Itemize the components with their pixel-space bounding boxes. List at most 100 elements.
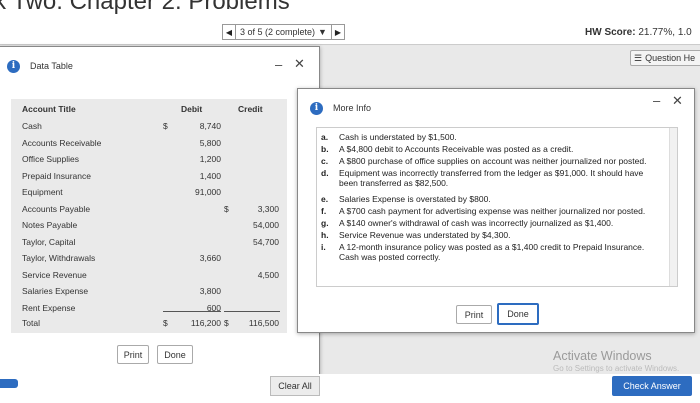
clear-all-button[interactable]: Clear All — [270, 376, 320, 396]
debit-cell: 3,800 — [199, 286, 221, 296]
debit-cell: 5,800 — [199, 137, 221, 148]
debit-symbol-cell: $ — [163, 121, 168, 131]
table-row: Notes Payable 54,000 — [11, 217, 287, 233]
account-cell: Prepaid Insurance — [22, 170, 91, 181]
account-cell: Taylor, Withdrawals — [22, 253, 96, 263]
table-row: Accounts Receivable 5,800 — [11, 135, 287, 151]
table-row: Prepaid Insurance 1,400 — [11, 168, 287, 184]
item-letter: h. — [321, 230, 329, 240]
credit-symbol-cell: $ — [224, 203, 229, 214]
more-info-list: a. Cash is understated by $1,500. b. A $4,8… — [316, 127, 678, 287]
info-icon: i — [310, 101, 323, 115]
total-underline-credit — [224, 311, 280, 312]
account-cell: Accounts Payable — [22, 203, 91, 214]
data-table-print-button[interactable]: Print — [117, 345, 149, 364]
account-cell: Salaries Expense — [22, 286, 89, 296]
close-button[interactable]: ✕ — [672, 93, 683, 109]
account-cell: Rent Expense — [22, 302, 76, 313]
credit-cell: 4,500 — [257, 269, 279, 280]
table-row: Equipment 91,000 — [11, 184, 287, 200]
table-header-row: Account Title Debit Credit — [11, 101, 287, 117]
debit-cell: 1,200 — [199, 154, 221, 164]
item-text: A $700 cash payment for advertising expe… — [339, 206, 646, 216]
more-info-print-button[interactable]: Print — [456, 305, 492, 324]
debit-cell: 1,400 — [199, 170, 221, 181]
item-letter: b. — [321, 144, 329, 154]
more-info-title: More Info — [333, 103, 372, 113]
account-cell: Service Revenue — [22, 269, 87, 280]
trial-balance-table: Account Title Debit Credit Cash $8,740 Acc… — [11, 99, 287, 333]
item-text: Service Revenue was understated by $4,30… — [339, 230, 511, 240]
total-debit-symbol: $ — [163, 318, 168, 328]
minimize-button[interactable]: – — [653, 93, 660, 108]
item-text: Cash is understated by $1,500. — [339, 132, 457, 142]
account-cell: Cash — [22, 121, 42, 131]
activate-windows-subtitle: Go to Settings to activate Windows. — [553, 364, 680, 373]
hw-score: HW Score: 21.77%, 1.0 — [585, 27, 692, 38]
item-letter: g. — [321, 218, 329, 228]
next-question-button[interactable]: ▶ — [330, 24, 345, 40]
triangle-right-icon: ▶ — [334, 27, 342, 37]
credit-cell: 54,000 — [253, 220, 279, 230]
table-row: Accounts Payable $3,300 — [11, 201, 287, 217]
scrollbar[interactable] — [669, 128, 677, 286]
account-cell: Notes Payable — [22, 220, 78, 230]
item-letter: a. — [321, 132, 329, 142]
total-label: Total — [22, 318, 40, 328]
debit-cell: 8,740 — [199, 121, 221, 131]
table-row: Taylor, Capital 54,700 — [11, 234, 287, 250]
item-letter: c. — [321, 156, 329, 166]
question-selector[interactable]: 3 of 5 (2 complete) ▼ — [236, 24, 331, 40]
item-letter: i. — [321, 242, 326, 252]
total-credit: 116,500 — [248, 318, 279, 328]
close-button[interactable]: ✕ — [294, 56, 305, 72]
table-row: Service Revenue 4,500 — [11, 267, 287, 283]
account-cell: Accounts Receivable — [22, 137, 102, 148]
progress-indicator — [0, 379, 18, 388]
more-info-dialog: i More Info – ✕ a. Cash is understated by… — [297, 88, 695, 333]
hw-score-label: HW Score: — [585, 27, 636, 38]
total-credit-symbol: $ — [224, 318, 229, 328]
table-row: Office Supplies 1,200 — [11, 151, 287, 167]
hw-score-value: 21.77%, 1.0 — [638, 27, 692, 38]
debit-cell: 91,000 — [195, 187, 221, 197]
item-letter: f. — [321, 206, 327, 216]
item-letter: d. — [321, 168, 329, 178]
triangle-down-icon: ▼ — [318, 27, 327, 37]
data-table-header: i Data Table — [0, 47, 319, 85]
minimize-button[interactable]: – — [275, 57, 282, 72]
question-help-label: Question He — [645, 53, 696, 63]
question-pager: ◀ 3 of 5 (2 complete) ▼ ▶ — [222, 24, 345, 40]
debit-cell: 3,660 — [199, 253, 221, 263]
table-row: Rent Expense 600 — [11, 300, 287, 316]
column-header-credit: Credit — [238, 104, 263, 114]
account-cell: Equipment — [22, 187, 63, 197]
check-answer-button[interactable]: Check Answer — [612, 376, 692, 396]
table-row: Salaries Expense 3,800 — [11, 283, 287, 299]
question-help-button[interactable]: ☰ Question He — [630, 50, 700, 66]
triangle-left-icon: ◀ — [225, 27, 233, 37]
item-text: Salaries Expense is overstated by $800. — [339, 194, 491, 204]
data-table-done-button[interactable]: Done — [157, 345, 193, 364]
item-text: A $140 owner's withdrawal of cash was in… — [339, 218, 614, 228]
prev-question-button[interactable]: ◀ — [222, 24, 236, 40]
pager-text: 3 of 5 (2 complete) — [240, 27, 316, 37]
bottom-bar — [0, 374, 700, 403]
item-text: A 12-month insurance policy was posted a… — [339, 242, 645, 262]
more-info-done-button[interactable]: Done — [497, 303, 539, 325]
credit-cell: 54,700 — [253, 236, 279, 247]
data-table-dialog: i Data Table – ✕ Account Title Debit Cre… — [0, 46, 320, 376]
item-text: Equipment was incorrectly transferred fr… — [339, 168, 644, 188]
account-cell: Office Supplies — [22, 154, 80, 164]
total-row: Total $ 116,200 $ 116,500 — [11, 315, 287, 331]
column-header-debit: Debit — [181, 104, 203, 114]
top-bar: k Two: Chapter 2: Problems ◀ 3 of 5 (2 c… — [0, 0, 700, 45]
item-text: A $4,800 debit to Accounts Receivable wa… — [339, 144, 574, 154]
table-row: Taylor, Withdrawals 3,660 — [11, 250, 287, 266]
total-debit: 116,200 — [190, 318, 221, 328]
item-letter: e. — [321, 194, 329, 204]
list-icon: ☰ — [634, 52, 643, 63]
activate-windows-title: Activate Windows — [553, 349, 652, 363]
table-row: Cash $8,740 — [11, 118, 287, 134]
total-underline-debit — [163, 311, 221, 312]
